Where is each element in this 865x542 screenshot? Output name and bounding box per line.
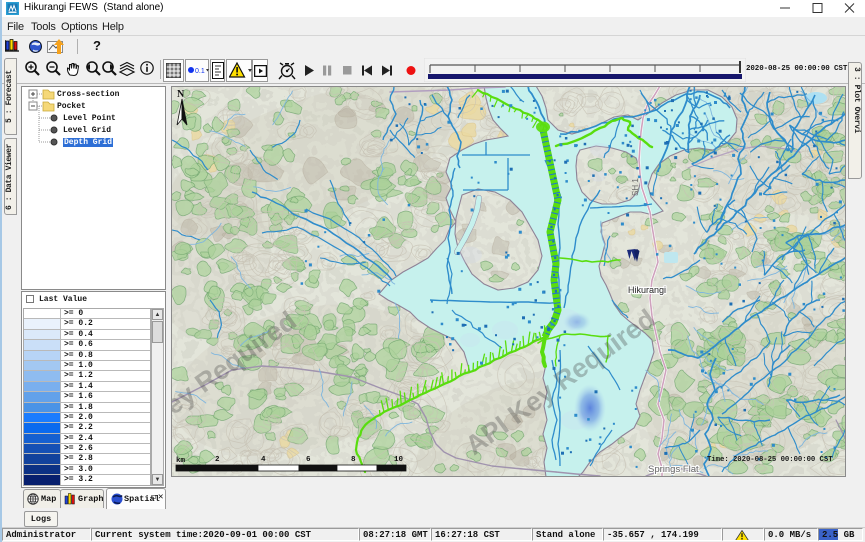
svg-text:4: 4: [261, 456, 266, 464]
svg-text:Hikurangi: Hikurangi: [628, 285, 666, 295]
svg-text:10: 10: [394, 456, 404, 464]
svg-text:6: 6: [306, 456, 311, 464]
svg-text:0.1: 0.1: [195, 68, 205, 75]
svg-text:Time: 2020-08-25 00:00:00 CST: Time: 2020-08-25 00:00:00 CST: [707, 456, 833, 464]
svg-text:SH 1: SH 1: [631, 178, 640, 196]
svg-text:2: 2: [215, 456, 220, 464]
svg-text:km: km: [176, 457, 186, 465]
svg-text:N: N: [177, 89, 185, 100]
svg-text:Springs Flat: Springs Flat: [648, 464, 699, 475]
svg-text:8: 8: [351, 456, 356, 464]
